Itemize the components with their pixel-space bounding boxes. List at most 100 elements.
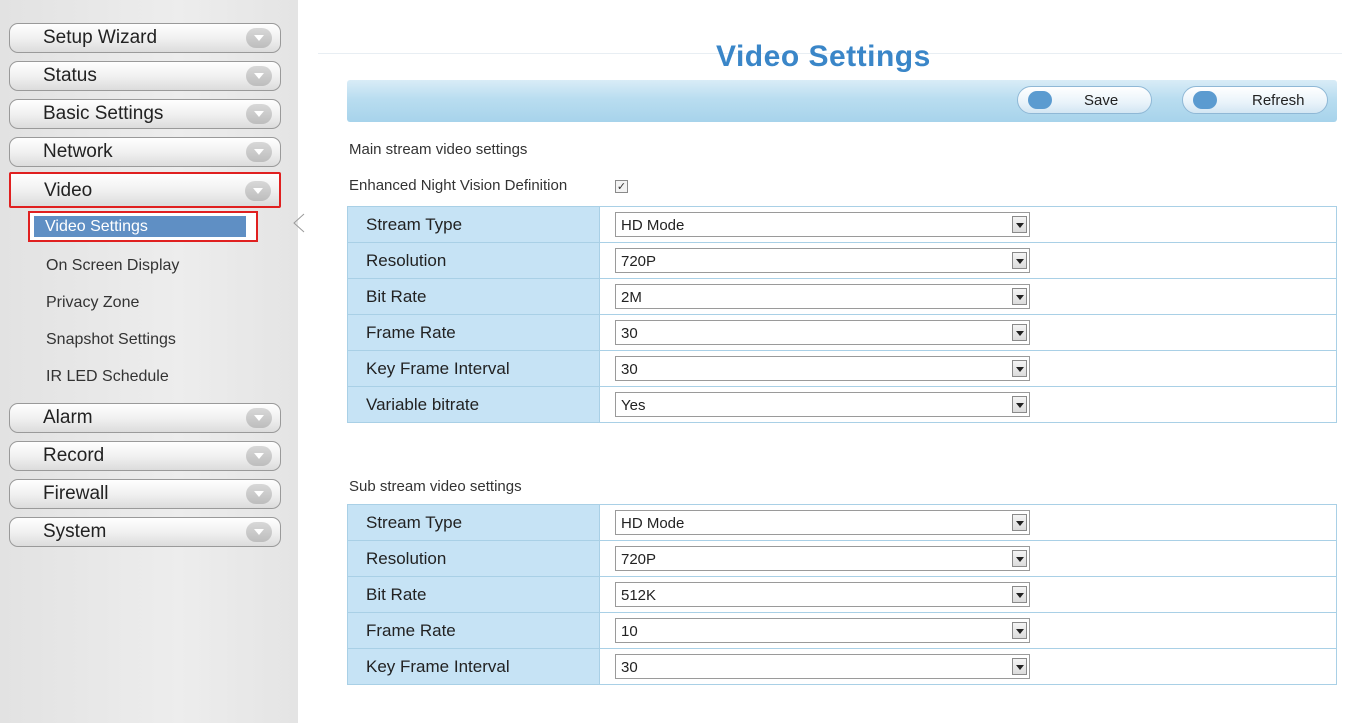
- nav-system[interactable]: System: [9, 517, 281, 547]
- row-label: Stream Type: [347, 206, 600, 243]
- resolution-select[interactable]: 720P: [615, 248, 1030, 273]
- nav-label: Firewall: [43, 483, 109, 504]
- chevron-down-icon: [246, 142, 272, 162]
- subnav-snapshot-settings[interactable]: Snapshot Settings: [46, 331, 176, 349]
- main-stream-heading: Main stream video settings: [349, 141, 528, 158]
- dropdown-arrow-icon: [1012, 360, 1027, 377]
- select-value: HD Mode: [621, 515, 685, 532]
- row-label: Resolution: [347, 540, 600, 577]
- chevron-down-icon: [245, 181, 271, 201]
- toolbar: Save Refresh: [347, 80, 1337, 122]
- row-label: Key Frame Interval: [347, 648, 600, 685]
- select-value: 10: [621, 623, 638, 640]
- variable-bitrate-select[interactable]: Yes: [615, 392, 1030, 417]
- nav-label: Setup Wizard: [43, 27, 158, 48]
- sub-frame-rate-select[interactable]: 10: [615, 618, 1030, 643]
- sidebar: Setup Wizard Status Basic Settings Netwo…: [0, 0, 305, 723]
- dropdown-arrow-icon: [1012, 252, 1027, 269]
- row-label: Variable bitrate: [347, 386, 600, 423]
- table-row: Frame Rate 30: [347, 314, 1337, 351]
- select-value: HD Mode: [621, 217, 685, 234]
- row-label: Key Frame Interval: [347, 350, 600, 387]
- nav-label: Alarm: [43, 407, 93, 428]
- dropdown-arrow-icon: [1012, 622, 1027, 639]
- nav-label: Record: [43, 445, 105, 466]
- select-value: 30: [621, 659, 638, 676]
- refresh-label: Refresh: [1252, 92, 1305, 109]
- table-row: Resolution 720P: [347, 242, 1337, 279]
- page-title: Video Settings: [716, 40, 931, 73]
- table-row: Bit Rate 512K: [347, 576, 1337, 613]
- night-vision-checkbox[interactable]: ✓: [615, 180, 628, 193]
- dropdown-arrow-icon: [1012, 658, 1027, 675]
- dropdown-arrow-icon: [1012, 396, 1027, 413]
- bit-rate-select[interactable]: 2M: [615, 284, 1030, 309]
- sub-stream-type-select[interactable]: HD Mode: [615, 510, 1030, 535]
- table-row: Stream Type HD Mode: [347, 206, 1337, 243]
- sub-stream-table: Stream Type HD Mode Resolution 720P Bit …: [347, 504, 1337, 685]
- dropdown-arrow-icon: [1012, 216, 1027, 233]
- subnav-privacy-zone[interactable]: Privacy Zone: [46, 294, 139, 312]
- nav-label: System: [43, 521, 107, 542]
- nav-video[interactable]: Video: [9, 172, 281, 208]
- nav-record[interactable]: Record: [9, 441, 281, 471]
- table-row: Resolution 720P: [347, 540, 1337, 577]
- dropdown-arrow-icon: [1012, 288, 1027, 305]
- refresh-icon: [1193, 91, 1217, 109]
- nav-network[interactable]: Network: [9, 137, 281, 167]
- row-label: Bit Rate: [347, 576, 600, 613]
- subnav-ir-led-schedule[interactable]: IR LED Schedule: [46, 368, 169, 386]
- row-label: Bit Rate: [347, 278, 600, 315]
- sub-stream-heading: Sub stream video settings: [349, 478, 522, 495]
- sub-key-frame-interval-select[interactable]: 30: [615, 654, 1030, 679]
- table-row: Stream Type HD Mode: [347, 504, 1337, 541]
- main-stream-table: Stream Type HD Mode Resolution 720P Bit …: [347, 206, 1337, 423]
- chevron-down-icon: [246, 28, 272, 48]
- nav-status[interactable]: Status: [9, 61, 281, 91]
- chevron-down-icon: [246, 66, 272, 86]
- refresh-button[interactable]: Refresh: [1182, 86, 1328, 114]
- row-label: Resolution: [347, 242, 600, 279]
- row-label: Frame Rate: [347, 612, 600, 649]
- save-button[interactable]: Save: [1017, 86, 1152, 114]
- nav-label: Status: [43, 65, 97, 86]
- nav-setup-wizard[interactable]: Setup Wizard: [9, 23, 281, 53]
- nav-label: Basic Settings: [43, 103, 164, 124]
- table-row: Key Frame Interval 30: [347, 350, 1337, 387]
- table-row: Variable bitrate Yes: [347, 386, 1337, 423]
- sub-resolution-select[interactable]: 720P: [615, 546, 1030, 571]
- nav-firewall[interactable]: Firewall: [9, 479, 281, 509]
- select-value: 512K: [621, 587, 657, 604]
- save-label: Save: [1084, 92, 1119, 109]
- table-row: Key Frame Interval 30: [347, 648, 1337, 685]
- select-value: 720P: [621, 551, 657, 568]
- nav-label: Network: [43, 141, 113, 162]
- subnav-on-screen-display[interactable]: On Screen Display: [46, 257, 179, 275]
- nav-alarm[interactable]: Alarm: [9, 403, 281, 433]
- table-row: Frame Rate 10: [347, 612, 1337, 649]
- save-icon: [1028, 91, 1052, 109]
- night-vision-label: Enhanced Night Vision Definition: [349, 177, 568, 194]
- chevron-down-icon: [246, 522, 272, 542]
- row-label: Stream Type: [347, 504, 600, 541]
- pointer-arrow-icon: [293, 213, 305, 233]
- select-value: 30: [621, 361, 638, 378]
- table-row: Bit Rate 2M: [347, 278, 1337, 315]
- chevron-down-icon: [246, 484, 272, 504]
- frame-rate-select[interactable]: 30: [615, 320, 1030, 345]
- select-value: Yes: [621, 397, 646, 414]
- chevron-down-icon: [246, 408, 272, 428]
- chevron-down-icon: [246, 446, 272, 466]
- nav-label: Video: [44, 180, 93, 201]
- dropdown-arrow-icon: [1012, 586, 1027, 603]
- subnav-video-settings[interactable]: Video Settings: [28, 211, 258, 242]
- chevron-down-icon: [246, 104, 272, 124]
- select-value: 30: [621, 325, 638, 342]
- sub-bit-rate-select[interactable]: 512K: [615, 582, 1030, 607]
- select-value: 720P: [621, 253, 657, 270]
- key-frame-interval-select[interactable]: 30: [615, 356, 1030, 381]
- stream-type-select[interactable]: HD Mode: [615, 212, 1030, 237]
- nav-basic-settings[interactable]: Basic Settings: [9, 99, 281, 129]
- row-label: Frame Rate: [347, 314, 600, 351]
- dropdown-arrow-icon: [1012, 514, 1027, 531]
